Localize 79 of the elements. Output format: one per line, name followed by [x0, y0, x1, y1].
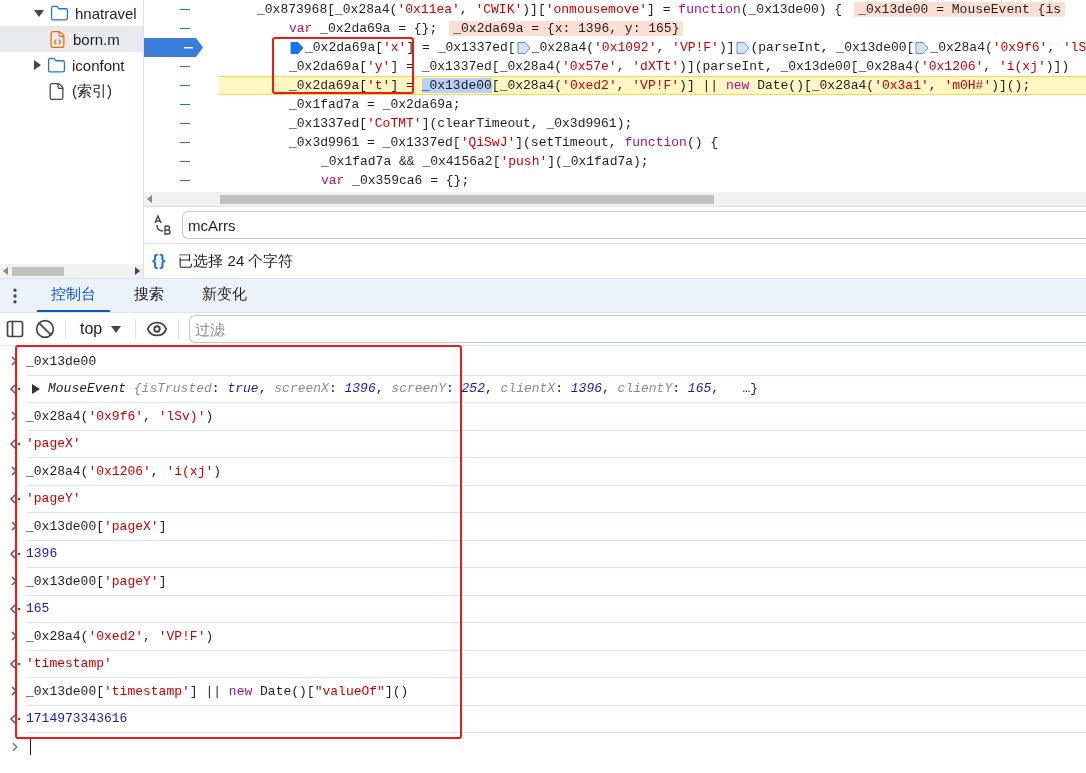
result-arrow-icon [10, 658, 22, 669]
input-chevron-icon [10, 576, 18, 587]
clear-console-icon[interactable] [35, 319, 55, 339]
context-dropdown[interactable]: top [76, 320, 126, 338]
code-text: _0x28a4('0x9f6', 'lS [930, 40, 1086, 55]
file-icon [48, 29, 67, 49]
text-cursor [30, 739, 31, 755]
horizontal-scrollbar[interactable] [144, 192, 1086, 206]
gutter-mark[interactable] [180, 179, 190, 182]
gutter-mark[interactable] [180, 122, 190, 125]
console-result: 'timestamp' [26, 656, 112, 672]
filter-field[interactable]: 过滤 [189, 315, 1086, 343]
input-chevron-icon [10, 521, 18, 532]
drawer-tab[interactable]: 新变化 [188, 279, 261, 312]
sidebar-toggle-icon[interactable] [5, 319, 25, 339]
code-text: _0x28a4('0x1092', 'VP!F')] [531, 40, 735, 55]
input-chevron-icon [10, 686, 18, 697]
result-arrow-icon [10, 383, 22, 394]
result-arrow-icon [10, 493, 22, 504]
drawer-tab[interactable]: 控制台 [37, 279, 110, 312]
console-command: _0x13de00 [26, 353, 97, 369]
code-text: (parseInt, _0x13de00[ [750, 40, 915, 55]
breakpoint-marker-icon[interactable] [290, 40, 304, 55]
gutter-mark[interactable] [180, 160, 190, 163]
console-command: _0x13de00['timestamp'] || new Date()["valueOf"]() [26, 683, 409, 699]
horizontal-scrollbar[interactable] [0, 264, 143, 278]
code-text: _0x873968[_0x28a4('0x11ea', 'CWIK')]['onmousemove'] = function(_0x13de00) { [257, 2, 843, 17]
input-chevron-icon [10, 631, 18, 642]
inline-value: _0x13de00 = MouseEvent {is [854, 2, 1065, 17]
console-result: 'pageX' [26, 436, 81, 452]
gutter-mark[interactable] [180, 65, 190, 68]
console-result: 1714973343616 [26, 711, 128, 727]
console-command: _0x28a4('0x9f6', 'lSv)') [26, 408, 214, 424]
console-command: _0x13de00['pageX'] [26, 518, 167, 534]
console-result: 165 [26, 601, 50, 617]
input-chevron-icon [10, 411, 18, 422]
result-arrow-icon [10, 603, 22, 614]
tree-item-label[interactable]: iconfont [72, 56, 125, 74]
code-text: _0x3d9961 = _0x1337ed['QiSwJ'](setTimeout, function() { [289, 135, 719, 150]
code-text: var _0x359ca6 = {}; [321, 173, 470, 188]
input-chevron-icon [10, 466, 18, 477]
console-command: _0x28a4('0xed2', 'VP!F') [26, 628, 214, 644]
result-arrow-icon [10, 548, 22, 559]
breakpoint-marker-icon[interactable] [915, 40, 930, 55]
search-field[interactable]: mcArrs [182, 211, 1086, 239]
gutter-mark[interactable] [180, 27, 190, 30]
gutter-mark[interactable] [180, 103, 190, 106]
result-arrow-icon [10, 438, 22, 449]
console-command: _0x28a4('0x1206', 'i(xj') [26, 463, 222, 479]
tree-item-label[interactable]: hnatravel [75, 4, 137, 22]
expand-arrow-icon[interactable] [34, 9, 44, 17]
drawer-tab[interactable]: 搜索 [120, 279, 178, 312]
console-result: 'pageY' [26, 491, 81, 507]
console-result: 1396 [26, 546, 58, 562]
result-arrow-icon [10, 713, 22, 724]
gutter-mark[interactable] [180, 141, 190, 144]
console-command: _0x13de00['pageY'] [26, 573, 167, 589]
code-text: _0x1fad7a = _0x2da69a; [289, 97, 461, 112]
tree-item-label[interactable]: (索引) [72, 81, 112, 101]
folder-icon [47, 55, 66, 75]
expand-arrow-icon[interactable] [32, 383, 40, 394]
console-result: MouseEvent {isTrusted: true, screenX: 1396, screenY: 252, clientX: 1396, clientY: 165, …} [48, 381, 759, 397]
code-text: var _0x2da69a = {}; [289, 21, 438, 36]
gutter-mark[interactable] [180, 84, 190, 87]
replace-icon[interactable] [152, 214, 174, 236]
breakpoint-icon[interactable] [144, 38, 204, 57]
pretty-print-button[interactable]: {} [152, 252, 167, 270]
gutter-mark[interactable] [180, 8, 190, 11]
selection-status: 已选择 24 个字符 [178, 251, 294, 271]
breakpoint-marker-icon[interactable] [516, 40, 531, 55]
input-chevron-icon [10, 356, 18, 367]
code-text: _0x1fad7a && _0x4156a2['push'](_0x1fad7a); [321, 154, 649, 169]
inline-value: _0x2da69a = {x: 1396, y: 165} [449, 21, 684, 36]
breakpoint-marker-icon[interactable] [735, 40, 750, 55]
expand-arrow-icon[interactable] [34, 60, 41, 70]
code-text: _0x2da69a['x'] = _0x1337ed[ [305, 40, 516, 55]
folder-icon [50, 3, 69, 23]
code-text: _0x1337ed['CoTMT'](clearTimeout, _0x3d9961); [289, 116, 633, 131]
file-icon [47, 81, 66, 101]
